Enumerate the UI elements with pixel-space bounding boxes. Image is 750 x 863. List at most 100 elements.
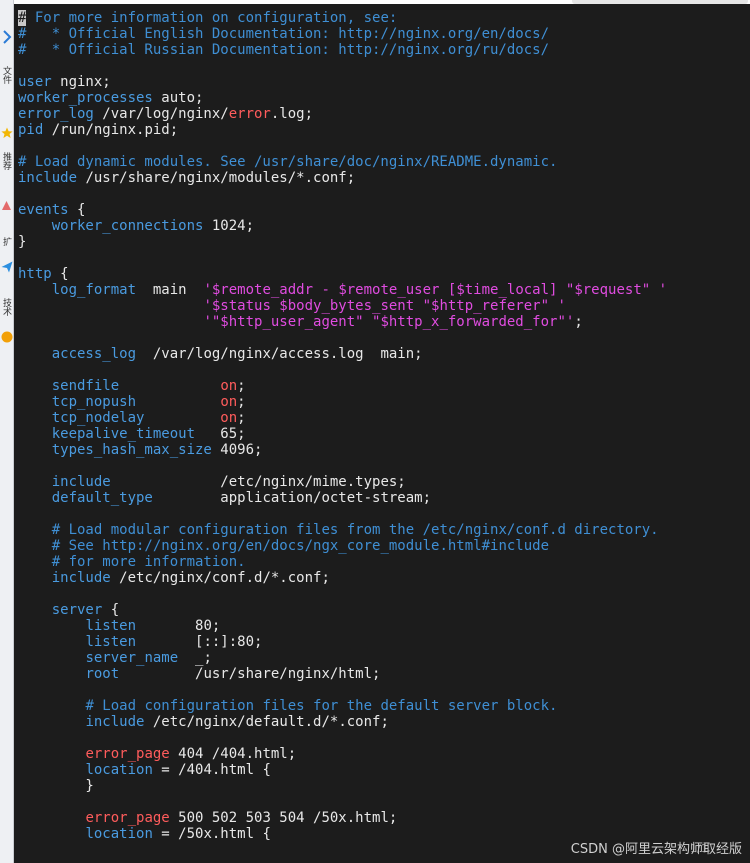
code-token: error	[228, 106, 271, 122]
code-token: error_page	[85, 746, 170, 762]
code-token: '$remote_addr - $remote_user [$time_loca…	[203, 282, 668, 298]
code-line: # Load modular configuration files from …	[18, 522, 667, 538]
code-token: sendfile	[51, 378, 120, 394]
code-token: {	[102, 602, 120, 618]
code-line: events {	[18, 202, 667, 218]
code-line: # Load configuration files for the defau…	[18, 698, 667, 714]
code-token: ;	[237, 378, 246, 394]
code-token: tcp_nodelay	[51, 410, 145, 426]
code-token: auto;	[152, 90, 204, 106]
code-token: # Load modular configuration files from …	[51, 522, 659, 538]
terminal-window[interactable]: # For more information on configuration,…	[14, 4, 750, 863]
code-token: 1024;	[203, 218, 255, 234]
code-token: ;	[237, 394, 246, 410]
sidebar-label-recommend[interactable]: 推荐	[0, 148, 13, 174]
code-line: listen 80;	[18, 618, 667, 634]
code-token: access_log	[51, 346, 137, 362]
code-token: on	[220, 410, 238, 426]
code-token: /etc/nginx/default.d/*.conf;	[144, 714, 389, 730]
code-token: # See http://nginx.org/en/docs/ngx_core_…	[51, 538, 550, 554]
send-icon[interactable]	[0, 258, 13, 276]
code-line: types_hash_max_size 4096;	[18, 442, 667, 458]
code-line: include /etc/nginx/default.d/*.conf;	[18, 714, 667, 730]
code-token: worker_processes	[18, 90, 153, 106]
code-token: '$status $body_bytes_sent "$http_referer…	[203, 298, 566, 314]
code-line: keepalive_timeout 65;	[18, 426, 667, 442]
code-line: '$status $body_bytes_sent "$http_referer…	[18, 298, 667, 314]
code-token: 65;	[195, 426, 246, 442]
code-token: _;	[178, 650, 212, 666]
code-token: listen	[85, 634, 137, 650]
code-token: /usr/share/nginx/modules/*.conf;	[77, 170, 356, 186]
code-token: nginx;	[51, 74, 111, 90]
code-token: default_type	[51, 490, 153, 506]
code-token: http	[18, 266, 52, 282]
sidebar-label-tech[interactable]: 技术	[0, 294, 13, 320]
share-icon[interactable]	[0, 196, 13, 214]
code-token: = /404.html {	[152, 762, 271, 778]
code-line: # * Official English Documentation: http…	[18, 26, 667, 42]
code-token: }	[18, 778, 94, 794]
code-token: events	[18, 202, 69, 218]
code-token: ;	[237, 410, 246, 426]
coin-icon[interactable]	[0, 328, 13, 346]
chevron-right-icon[interactable]	[0, 28, 13, 46]
code-line: # * Official Russian Documentation: http…	[18, 42, 667, 58]
code-token: server	[51, 602, 103, 618]
star-icon[interactable]	[0, 124, 13, 142]
code-token: {	[51, 266, 69, 282]
left-sidebar: 文件 推荐 扩 技术	[0, 0, 14, 863]
code-token: tcp_nopush	[51, 394, 137, 410]
code-line: sendfile on;	[18, 378, 667, 394]
code-line: listen [::]:80;	[18, 634, 667, 650]
nginx-config-text[interactable]: # For more information on configuration,…	[18, 10, 667, 842]
code-token: types_hash_max_size	[51, 442, 212, 458]
code-token: # * Official English Documentation: http…	[18, 26, 550, 42]
code-token: root	[85, 666, 120, 682]
code-line: location = /404.html {	[18, 762, 667, 778]
code-token: on	[220, 378, 238, 394]
code-token: 500 502 503 504 /50x.html;	[169, 810, 398, 826]
code-line: server {	[18, 602, 667, 618]
code-token: 404 /404.html;	[169, 746, 297, 762]
sidebar-label-files[interactable]: 文件	[0, 62, 13, 88]
code-line: default_type application/octet-stream;	[18, 490, 667, 506]
code-line: error_page 500 502 503 504 /50x.html;	[18, 810, 667, 826]
code-token: include	[51, 570, 111, 586]
code-token: {	[68, 202, 86, 218]
code-token: main	[136, 282, 204, 298]
code-line: # For more information on configuration,…	[18, 10, 667, 26]
code-line: location = /50x.html {	[18, 826, 667, 842]
code-token: For more information on configuration, s…	[26, 10, 398, 26]
code-line: access_log /var/log/nginx/access.log mai…	[18, 346, 667, 362]
code-token: ;	[574, 314, 583, 330]
code-token: # Load configuration files for the defau…	[85, 698, 558, 714]
sidebar-label-ext[interactable]: 扩	[0, 228, 13, 254]
code-token: worker_connections	[51, 218, 204, 234]
